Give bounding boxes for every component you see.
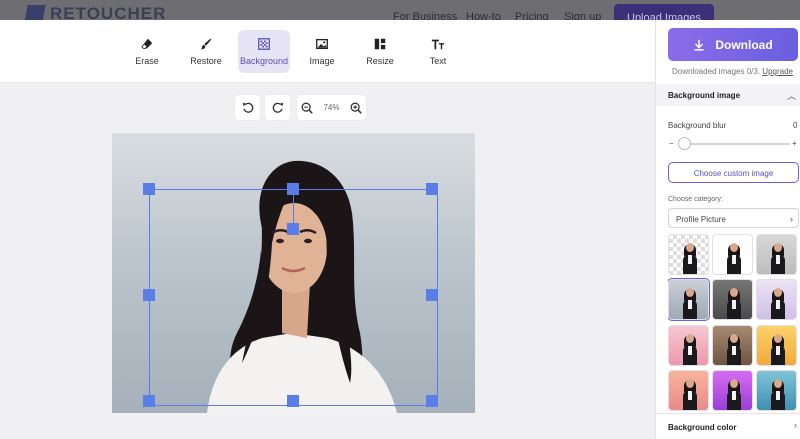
resize-handle-left[interactable] [143, 289, 155, 301]
settings-panel: Download Downloaded images 0/3. Upgrade … [655, 20, 800, 439]
nav-link-signup[interactable]: Sign up [564, 11, 601, 20]
choose-custom-image-button[interactable]: Choose custom image [668, 162, 799, 183]
thumb-peach[interactable] [668, 369, 709, 411]
tool-erase[interactable]: Erase [121, 30, 173, 73]
canvas-area: 74% [0, 83, 655, 439]
resize-handle-bottom[interactable] [287, 395, 299, 407]
download-icon [694, 39, 704, 51]
thumb-pink[interactable] [668, 324, 709, 366]
resize-handle-top-right[interactable] [426, 183, 438, 195]
resize-icon [374, 38, 386, 50]
background-blur-value: 0 [793, 121, 798, 130]
download-quota: Downloaded images 0/3. Upgrade [672, 67, 793, 76]
zoom-control: 74% [297, 95, 366, 120]
resize-handle-top[interactable] [287, 183, 299, 195]
tool-resize-label: Resize [366, 56, 394, 66]
tool-text[interactable]: Text [412, 30, 464, 73]
resize-handle-top-left[interactable] [143, 183, 155, 195]
slider-minus-icon[interactable]: − [669, 139, 674, 148]
category-label: Choose category: [668, 196, 723, 203]
download-label: Download [715, 37, 773, 52]
background-blur-label: Background blur [668, 121, 727, 130]
undo-icon [242, 102, 253, 113]
tool-erase-label: Erase [135, 56, 159, 66]
chevron-right-icon: › [794, 420, 797, 430]
background-color-title: Background color [668, 423, 737, 432]
thumb-lavender[interactable] [756, 279, 797, 321]
background-icon [258, 38, 270, 50]
thumb-purple[interactable] [712, 369, 753, 411]
rotate-line [293, 195, 294, 223]
thumb-white[interactable] [712, 234, 753, 275]
thumb-brown[interactable] [712, 324, 753, 366]
text-icon [431, 39, 445, 50]
logo-mark-icon [24, 5, 46, 20]
thumb-transparent[interactable] [668, 234, 709, 275]
tool-image[interactable]: Image [296, 30, 348, 73]
undo-button[interactable] [235, 95, 260, 120]
thumb-teal[interactable] [756, 369, 797, 411]
resize-handle-bottom-right[interactable] [426, 395, 438, 407]
rotate-handle[interactable] [287, 223, 299, 235]
download-button[interactable]: Download [668, 28, 798, 61]
thumb-yellow[interactable] [756, 324, 797, 366]
tool-background-label: Background [239, 56, 289, 66]
eraser-icon [141, 38, 153, 49]
upgrade-link[interactable]: Upgrade [762, 67, 793, 76]
nav-link-pricing[interactable]: Pricing [515, 11, 549, 20]
blur-slider-thumb[interactable] [678, 137, 691, 150]
background-color-header[interactable]: Background color › [656, 413, 800, 439]
redo-button[interactable] [265, 95, 290, 120]
category-value: Profile Picture [676, 215, 726, 224]
resize-handle-right[interactable] [426, 289, 438, 301]
thumb-blue-gray[interactable] [668, 278, 710, 322]
editor-toolbar: Erase Restore Background Image Resize Te… [0, 20, 655, 83]
category-select[interactable]: Profile Picture › [668, 208, 799, 228]
tool-background[interactable]: Background [238, 30, 290, 73]
thumb-light-gray[interactable] [756, 234, 797, 275]
background-image-title: Background image [668, 91, 741, 100]
tool-image-label: Image [309, 56, 335, 66]
zoom-level: 74% [323, 103, 340, 112]
brand-name: RETOUCHER [50, 4, 167, 20]
resize-handle-bottom-left[interactable] [143, 395, 155, 407]
tool-resize[interactable]: Resize [354, 30, 406, 73]
chevron-right-icon: › [790, 214, 793, 224]
zoom-out-icon[interactable] [300, 101, 314, 115]
image-icon [316, 38, 328, 50]
background-thumbnails [668, 234, 800, 412]
nav-link-business[interactable]: For Business [393, 11, 457, 20]
brush-icon [200, 38, 212, 50]
tool-restore[interactable]: Restore [180, 30, 232, 73]
thumb-dark-gray[interactable] [712, 279, 753, 321]
slider-plus-icon[interactable]: + [792, 139, 797, 148]
tool-text-label: Text [429, 56, 447, 66]
download-quota-text: Downloaded images 0/3. [672, 67, 761, 76]
redo-icon [272, 102, 283, 113]
tool-restore-label: Restore [190, 56, 222, 66]
chevron-up-icon[interactable]: ︿ [787, 89, 796, 102]
brand-logo[interactable]: RETOUCHER [24, 4, 167, 20]
top-navigation: RETOUCHER For Business How-to Pricing Si… [0, 0, 800, 20]
upload-images-button[interactable]: Upload Images [614, 4, 714, 20]
nav-link-howto[interactable]: How-to [466, 11, 501, 20]
zoom-in-icon[interactable] [349, 101, 363, 115]
blur-slider-track[interactable] [680, 143, 790, 145]
